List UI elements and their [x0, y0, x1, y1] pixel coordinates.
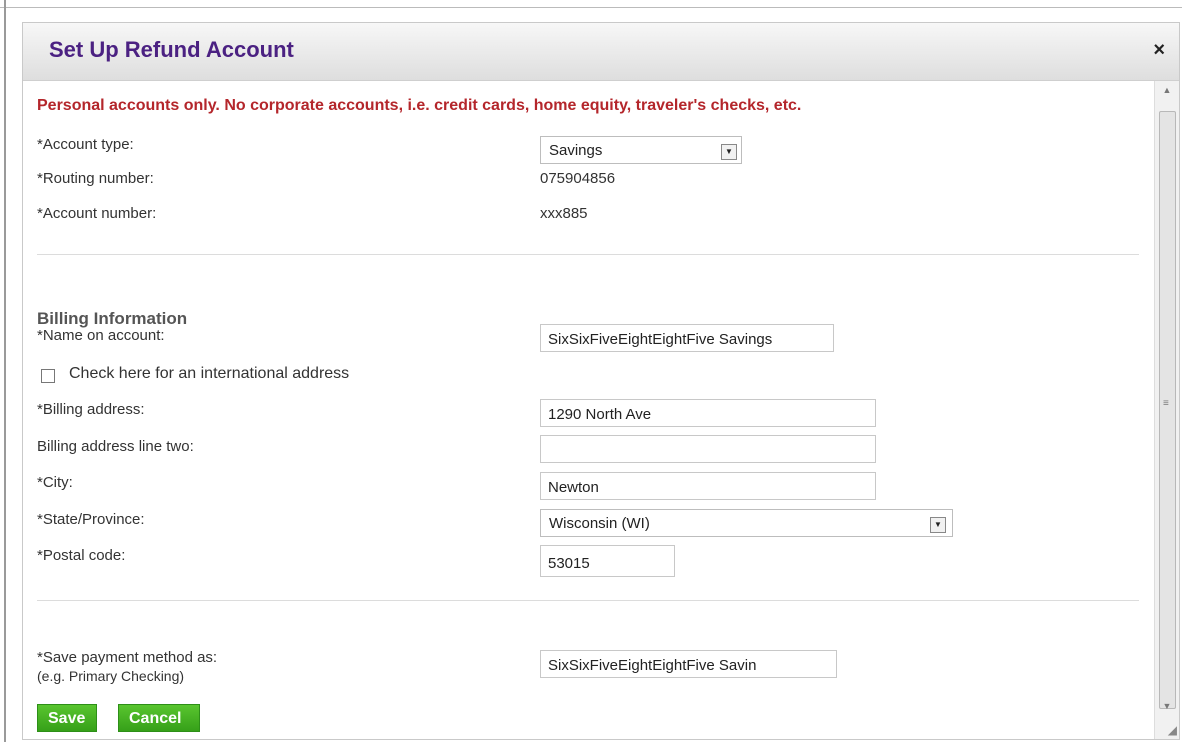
account-number-value: xxx885	[540, 205, 588, 222]
refund-account-dialog: Set Up Refund Account × Personal account…	[22, 22, 1180, 740]
state-province-label: *State/Province:	[37, 511, 145, 528]
cancel-button[interactable]: Cancel	[118, 704, 200, 732]
chevron-down-icon[interactable]: ▼	[930, 517, 946, 533]
state-province-select[interactable]: Wisconsin (WI) ▼	[540, 509, 953, 537]
vertical-scrollbar[interactable]: ▲ ≡ ▼	[1154, 81, 1179, 739]
international-address-checkbox[interactable]	[41, 369, 55, 383]
billing-address-field[interactable]: 1290 North Ave	[540, 399, 876, 427]
chevron-down-icon[interactable]: ▼	[721, 144, 737, 160]
city-field[interactable]: Newton	[540, 472, 876, 500]
save-payment-method-label: *Save payment method as:	[37, 649, 218, 666]
window-top-edge	[0, 0, 1182, 8]
scrollbar-thumb[interactable]: ≡	[1159, 111, 1176, 709]
close-icon[interactable]: ×	[1153, 39, 1165, 62]
account-number-label: *Account number:	[37, 205, 157, 222]
account-type-label: *Account type:	[37, 136, 134, 153]
account-type-value: Savings	[549, 142, 603, 159]
account-type-select[interactable]: Savings ▼	[540, 136, 742, 164]
save-payment-method-field[interactable]: SixSixFiveEightEightFive Savin	[540, 650, 837, 678]
city-label: *City:	[37, 474, 73, 491]
billing-section-heading: Billing Information	[37, 309, 188, 328]
dialog-title: Set Up Refund Account	[49, 37, 294, 62]
billing-address-two-field[interactable]	[540, 435, 876, 463]
resize-handle-icon[interactable]: ◢	[1168, 723, 1177, 737]
account-warning: Personal accounts only. No corporate acc…	[37, 97, 802, 114]
save-button[interactable]: Save	[37, 704, 97, 732]
window-left-edge	[4, 0, 6, 742]
billing-address-two-label: Billing address line two:	[37, 438, 194, 455]
dialog-content: Personal accounts only. No corporate acc…	[23, 81, 1153, 739]
postal-code-label: *Postal code:	[37, 547, 126, 564]
save-payment-method-hint: (e.g. Primary Checking)	[37, 668, 185, 684]
name-on-account-field[interactable]: SixSixFiveEightEightFive Savings	[540, 324, 834, 352]
name-on-account-label: *Name on account:	[37, 327, 165, 344]
scroll-up-icon[interactable]: ▲	[1159, 85, 1175, 101]
section-divider	[37, 600, 1139, 601]
routing-number-value: 075904856	[540, 170, 616, 187]
routing-number-label: *Routing number:	[37, 170, 154, 187]
international-address-label: Check here for an international address	[69, 365, 350, 382]
grip-icon: ≡	[1163, 398, 1169, 409]
scroll-down-icon[interactable]: ▼	[1159, 701, 1175, 717]
section-divider	[37, 254, 1139, 255]
billing-address-label: *Billing address:	[37, 401, 145, 418]
postal-code-field[interactable]: 53015	[540, 545, 675, 577]
state-province-value: Wisconsin (WI)	[549, 515, 650, 532]
dialog-titlebar: Set Up Refund Account ×	[23, 23, 1179, 81]
